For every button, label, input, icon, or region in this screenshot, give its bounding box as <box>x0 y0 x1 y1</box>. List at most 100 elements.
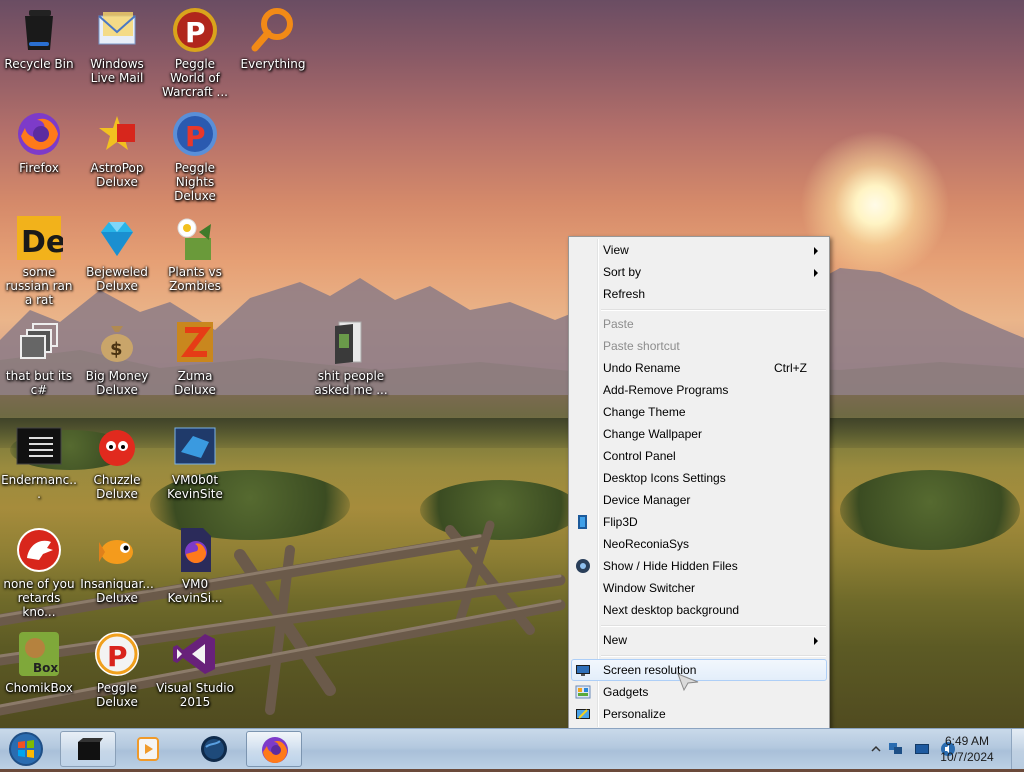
desktop-icon-zuma[interactable]: Zuma Deluxe <box>156 318 234 397</box>
show-hidden-icons-chevron[interactable] <box>868 741 884 757</box>
menu-item-change-wallpaper[interactable]: Change Wallpaper <box>571 423 827 445</box>
eye-icon <box>575 558 591 574</box>
taskbar-button-firefox[interactable] <box>246 731 302 767</box>
desktop-icon-label: ChomikBox <box>5 681 73 695</box>
desktop-icon-recycle-bin[interactable]: Recycle Bin <box>0 6 78 71</box>
desktop-icon-dino[interactable]: none of you retards kno... <box>0 526 78 619</box>
menu-item-change-theme[interactable]: Change Theme <box>571 401 827 423</box>
money-bag-icon: $ <box>93 318 141 366</box>
menu-item-personalize[interactable]: Personalize <box>571 703 827 725</box>
desktop-icon-windows-live-mail[interactable]: Windows Live Mail <box>78 6 156 85</box>
menu-item-label: Paste shortcut <box>603 339 680 353</box>
mouse-cursor-icon <box>677 673 699 692</box>
menu-item-new[interactable]: New <box>571 629 827 651</box>
menu-item-paste-shortcut: Paste shortcut <box>571 335 827 357</box>
menu-item-label: Flip3D <box>603 515 638 529</box>
wallpaper-bush <box>840 470 1020 550</box>
taskbar-button-globe[interactable] <box>186 731 242 767</box>
menu-item-label: Sort by <box>603 265 642 279</box>
visual-studio-icon <box>171 630 219 678</box>
firefox-icon <box>262 737 288 764</box>
menu-item-view[interactable]: View <box>571 239 827 261</box>
desktop-icon-label: Zuma Deluxe <box>174 369 216 397</box>
menu-item-label: New <box>603 633 628 647</box>
menu-item-undo-rename[interactable]: Undo Rename Ctrl+Z <box>571 357 827 379</box>
menu-item-next-desktop-background[interactable]: Next desktop background <box>571 599 827 621</box>
svg-text:Box: Box <box>33 661 58 675</box>
folder-icon <box>327 318 375 366</box>
recycle-bin-icon <box>15 6 63 54</box>
firefox-icon <box>15 110 63 158</box>
menu-item-label: Next desktop background <box>603 603 740 617</box>
terminal-icon <box>15 422 63 470</box>
menu-item-label: Undo Rename <box>603 361 681 375</box>
desktop-icon-label: none of you retards kno... <box>3 577 75 619</box>
desktop-icon-endermanch[interactable]: Endermanc... <box>0 422 78 501</box>
desktop-icon-label: Bejeweled Deluxe <box>86 265 148 293</box>
submenu-arrow-icon <box>814 247 818 255</box>
taskbar-button-black-box[interactable] <box>60 731 116 767</box>
desktop-icon-peggle-nights[interactable]: P Peggle Nights Deluxe <box>156 110 234 203</box>
menu-item-shortcut: Ctrl+Z <box>774 361 807 375</box>
zuma-icon <box>171 318 219 366</box>
menu-item-control-panel[interactable]: Control Panel <box>571 445 827 467</box>
menu-item-flip3d[interactable]: Flip3D <box>571 511 827 533</box>
svg-text:P: P <box>185 120 206 153</box>
taskbar-clock[interactable]: 6:49 AM 10/7/2024 <box>932 733 1002 765</box>
display-icon[interactable] <box>914 741 930 757</box>
desktop-icon-vm0b0t[interactable]: VM0b0t KevinSite <box>156 422 234 501</box>
menu-item-label: Gadgets <box>603 685 649 699</box>
submenu-arrow-icon <box>814 269 818 277</box>
desktop-icon-everything[interactable]: Everything <box>234 6 312 71</box>
network-icon[interactable] <box>888 741 904 757</box>
menu-separator <box>601 655 826 657</box>
menu-item-show-hide-hidden-files[interactable]: Show / Hide Hidden Files <box>571 555 827 577</box>
menu-item-neoreconiasys[interactable]: NeoReconiaSys <box>571 533 827 555</box>
desktop-icon-folder[interactable]: shit people asked me ... <box>312 318 390 397</box>
menu-item-label: Change Wallpaper <box>603 427 702 441</box>
svg-text:De: De <box>21 225 63 260</box>
desktop-icon-insaniquarium[interactable]: Insaniquar... Deluxe <box>78 526 156 605</box>
menu-item-device-manager[interactable]: Device Manager <box>571 489 827 511</box>
desktop-icon-astropop[interactable]: AstroPop Deluxe <box>78 110 156 189</box>
desktop-icon-label: Firefox <box>19 161 59 175</box>
desktop-icon-label: Peggle Deluxe <box>96 681 138 709</box>
desktop-icon-visual-studio[interactable]: Visual Studio 2015 <box>156 630 234 709</box>
menu-item-sort-by[interactable]: Sort by <box>571 261 827 283</box>
desktop-icon-label: AstroPop Deluxe <box>90 161 144 189</box>
submenu-arrow-icon <box>814 637 818 645</box>
desktop-icon-chomikbox[interactable]: Box ChomikBox <box>0 630 78 695</box>
desktop-icon-label: Insaniquar... Deluxe <box>80 577 154 605</box>
desktop-icon-firefox[interactable]: Firefox <box>0 110 78 175</box>
menu-item-label: NeoReconiaSys <box>603 537 690 551</box>
show-desktop-button[interactable] <box>1011 729 1024 769</box>
desktop-icon-vm0-kevinsite[interactable]: VM0 KevinSi... <box>156 526 234 605</box>
mail-icon <box>93 6 141 54</box>
menu-item-desktop-icons-settings[interactable]: Desktop Icons Settings <box>571 467 827 489</box>
taskbar-button-media-player[interactable] <box>120 731 176 767</box>
menu-item-window-switcher[interactable]: Window Switcher <box>571 577 827 599</box>
desktop-icon-some-russian[interactable]: De some russian ran a rat <box>0 214 78 307</box>
menu-item-label: Window Switcher <box>603 581 696 595</box>
svg-text:P: P <box>107 640 128 673</box>
desktop-icon-that-but-its-cs[interactable]: that but its c# <box>0 318 78 397</box>
desktop-icon-label: Visual Studio 2015 <box>156 681 234 709</box>
desktop-icon-chuzzle[interactable]: Chuzzle Deluxe <box>78 422 156 501</box>
desktop-icon-peggle-wow[interactable]: P Peggle World of Warcraft ... <box>156 6 234 99</box>
start-button[interactable] <box>4 730 48 768</box>
menu-item-add-remove-programs[interactable]: Add-Remove Programs <box>571 379 827 401</box>
taskbar: 6:49 AM 10/7/2024 <box>0 728 1024 769</box>
menu-item-label: Show / Hide Hidden Files <box>603 559 738 573</box>
desktop-icon-big-money[interactable]: $ Big Money Deluxe <box>78 318 156 397</box>
menu-separator <box>601 625 826 627</box>
desktop-context-menu: View Sort by Refresh Paste Paste shortcu… <box>568 236 830 730</box>
personalize-icon <box>575 706 591 722</box>
desktop-icon-peggle-deluxe[interactable]: P Peggle Deluxe <box>78 630 156 709</box>
desktop-icon-bejeweled[interactable]: Bejeweled Deluxe <box>78 214 156 293</box>
menu-item-label: Device Manager <box>603 493 691 507</box>
menu-item-refresh[interactable]: Refresh <box>571 283 827 305</box>
desktop-icon-plants-vs-zombies[interactable]: Plants vs Zombies <box>156 214 234 293</box>
gem-icon <box>93 214 141 262</box>
menu-separator <box>601 309 826 311</box>
menu-item-label: Paste <box>603 317 634 331</box>
